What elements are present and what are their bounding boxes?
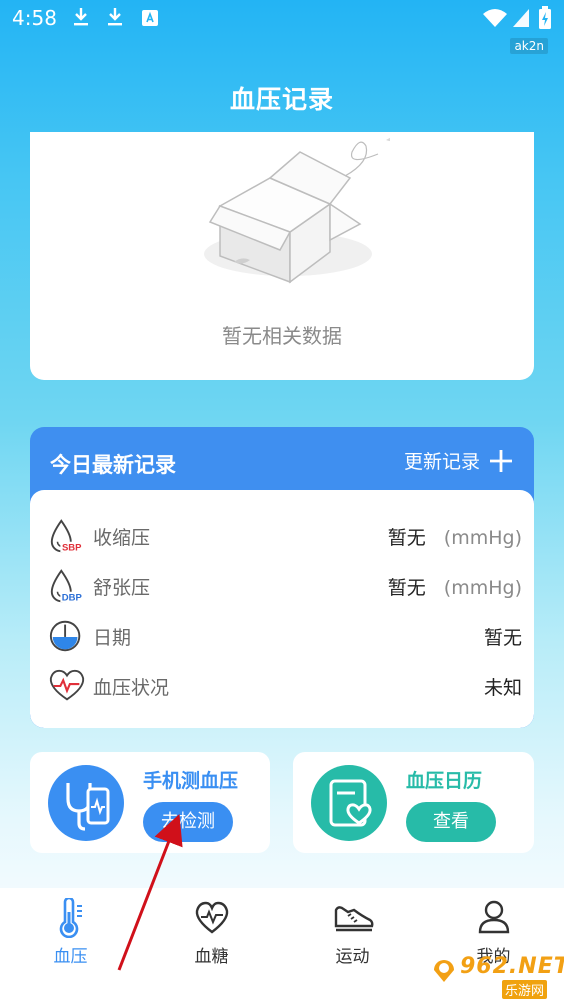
today-record-card: 今日最新记录 更新记录 SBP 收缩压 暂无 (mmHg) DBP 舒张压 暂无 (… — [30, 427, 534, 728]
record-row-dbp: DBP 舒张压 暂无 (mmHg) — [30, 565, 534, 605]
thermometer-icon — [59, 898, 82, 938]
tab-label-exercise: 运动 — [335, 947, 370, 967]
sbp-label: 收缩压 — [93, 527, 151, 549]
sneaker-icon — [334, 906, 373, 932]
page-title: 血压记录 — [229, 85, 334, 114]
battery-icon — [538, 6, 552, 34]
record-row-sbp: SBP 收缩压 暂无 (mmHg) — [30, 515, 534, 555]
dbp-drop-icon: DBP — [50, 569, 84, 603]
app-notification-icon — [142, 10, 158, 30]
watermark-sub: 乐游网 — [502, 980, 548, 999]
empty-state-text: 暂无相关数据 — [222, 324, 342, 348]
today-record-list: SBP 收缩压 暂无 (mmHg) DBP 舒张压 暂无 (mmHg) 日期 暂无 — [30, 490, 534, 728]
view-calendar-button[interactable]: 查看 — [406, 802, 496, 842]
sbp-drop-icon: SBP — [50, 519, 84, 553]
carrier-label: ak2n — [510, 38, 548, 54]
bp-status-label: 血压状况 — [93, 677, 170, 699]
status-bar: 4:58 — [0, 0, 564, 38]
user-icon — [478, 900, 509, 934]
bp-calendar-title: 血压日历 — [406, 770, 483, 792]
wifi-icon — [482, 8, 508, 32]
date-label: 日期 — [93, 627, 132, 649]
date-clock-icon — [49, 620, 81, 652]
update-record-label: 更新记录 — [403, 451, 480, 473]
heart-status-icon — [49, 669, 85, 701]
calendar-heart-icon — [311, 765, 387, 841]
tab-blood-sugar[interactable]: 血糖 — [141, 898, 282, 967]
go-measure-button[interactable]: 去检测 — [143, 802, 233, 842]
sbp-value: 暂无 — [387, 527, 426, 549]
site-watermark: 962.NET 乐游网 — [430, 954, 564, 999]
sbp-unit: (mmHg) — [443, 527, 522, 549]
tab-label-blood-sugar: 血糖 — [194, 947, 229, 967]
dbp-label: 舒张压 — [93, 577, 151, 599]
status-time: 4:58 — [12, 6, 57, 30]
update-record-button[interactable]: 更新记录 — [404, 447, 514, 474]
dbp-value: 暂无 — [387, 577, 426, 599]
empty-box-icon — [204, 137, 390, 284]
empty-state-card: 暂无相关数据 — [30, 132, 534, 380]
download-icon — [72, 6, 90, 32]
watermark-logo-icon — [434, 960, 454, 982]
signal-icon — [512, 8, 530, 32]
stethoscope-phone-icon — [48, 765, 124, 841]
phone-bp-title: 手机测血压 — [143, 770, 239, 792]
watermark-main: 962.NET — [460, 954, 564, 979]
heart-pulse-icon — [195, 901, 228, 934]
record-row-status: 血压状况 未知 — [30, 665, 534, 705]
bp-calendar-card[interactable]: 血压日历 查看 — [293, 752, 534, 853]
dbp-badge: DBP — [62, 592, 83, 603]
sbp-badge: SBP — [62, 542, 82, 553]
bp-status-value: 未知 — [483, 677, 522, 699]
bottom-tab-bar: 血压 血糖 运动 我的 962.NET 乐游网 — [0, 888, 564, 1004]
plus-icon — [490, 449, 512, 472]
tab-blood-pressure[interactable]: 血压 — [0, 898, 141, 967]
date-value: 暂无 — [483, 627, 522, 649]
record-row-date: 日期 暂无 — [30, 615, 534, 655]
dbp-unit: (mmHg) — [443, 577, 522, 599]
today-record-title: 今日最新记录 — [50, 453, 176, 477]
phone-bp-measure-card[interactable]: 手机测血压 去检测 — [30, 752, 270, 853]
tab-exercise[interactable]: 运动 — [282, 898, 423, 967]
tab-label-blood-pressure: 血压 — [53, 947, 88, 967]
download-icon — [106, 6, 124, 32]
